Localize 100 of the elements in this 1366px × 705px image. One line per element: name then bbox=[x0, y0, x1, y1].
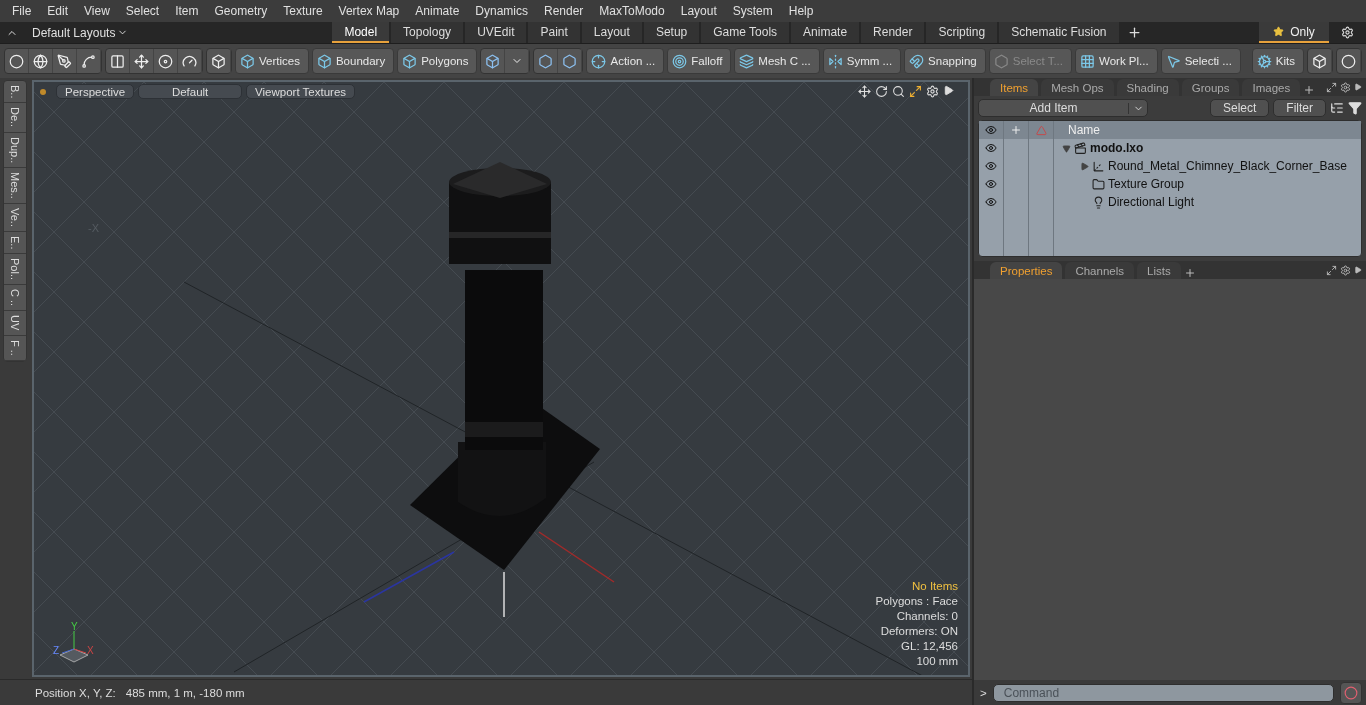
panel-tab[interactable]: Images bbox=[1242, 79, 1301, 96]
maximize-icon[interactable] bbox=[1326, 81, 1337, 93]
expanded-triangle-icon[interactable] bbox=[1062, 143, 1071, 153]
side-tab[interactable]: UV bbox=[4, 311, 26, 336]
side-tab[interactable]: F .. bbox=[4, 335, 26, 361]
record-button[interactable] bbox=[1340, 681, 1362, 704]
tool-button[interactable]: Boundary bbox=[311, 48, 395, 74]
vertices-tool-icon bbox=[240, 53, 255, 69]
symmetry-tool-icon bbox=[827, 53, 843, 69]
tool-button[interactable]: Vertices bbox=[235, 48, 309, 74]
tool-button[interactable]: Symm ... bbox=[822, 48, 902, 74]
menu-item[interactable]: Geometry bbox=[206, 4, 276, 18]
tool-button[interactable]: Selecti ... bbox=[1160, 48, 1241, 74]
axis-gizmo-drawing bbox=[59, 630, 89, 663]
menu-item[interactable]: Item bbox=[167, 4, 207, 18]
side-tab[interactable]: Dup.. bbox=[4, 132, 26, 168]
tree-item-label[interactable]: Texture Group bbox=[1108, 177, 1185, 191]
panel-tab[interactable]: Mesh Ops bbox=[1041, 79, 1114, 96]
tool-button[interactable]: Falloff bbox=[667, 48, 732, 74]
maximize-icon[interactable] bbox=[1326, 264, 1337, 276]
visibility-eye-icon[interactable] bbox=[985, 196, 997, 208]
menu-item[interactable]: Texture bbox=[275, 4, 331, 18]
layout-tab[interactable]: Model bbox=[332, 22, 390, 43]
settings-icon[interactable] bbox=[926, 85, 939, 98]
layout-tab[interactable]: Animate bbox=[791, 22, 860, 43]
side-tab[interactable]: E.. bbox=[4, 231, 26, 255]
list-options-icon[interactable] bbox=[1330, 101, 1344, 115]
side-tab[interactable]: Ve.. bbox=[4, 203, 26, 232]
layout-tab[interactable]: Topology bbox=[391, 22, 464, 43]
tool-button[interactable]: Kits bbox=[1251, 48, 1304, 74]
tree-item-label[interactable]: Directional Light bbox=[1108, 195, 1195, 209]
tool-button[interactable]: Polygons bbox=[397, 48, 478, 74]
layout-tab[interactable]: Render bbox=[861, 22, 925, 43]
settings-icon[interactable] bbox=[1340, 264, 1351, 276]
menu-item[interactable]: Edit bbox=[39, 4, 77, 18]
viewport-button[interactable]: Viewport Textures bbox=[246, 84, 356, 99]
menu-item[interactable]: Vertex Map bbox=[330, 4, 408, 18]
layout-tab[interactable]: Setup bbox=[643, 22, 700, 43]
layout-tab[interactable]: Paint bbox=[528, 22, 580, 43]
maximize-icon[interactable] bbox=[909, 85, 922, 98]
side-tab[interactable]: De.. bbox=[4, 103, 26, 133]
tool-button[interactable]: Action ... bbox=[586, 48, 665, 74]
side-tab[interactable]: B.. bbox=[4, 81, 26, 104]
tree-item-label[interactable]: modo.lxo bbox=[1090, 141, 1144, 155]
menu-item[interactable]: Help bbox=[780, 4, 822, 18]
viewport-button[interactable]: Default bbox=[138, 84, 243, 99]
layouts-dropdown[interactable]: Default Layouts bbox=[28, 22, 133, 43]
folder-icon bbox=[1092, 177, 1105, 191]
tree-item-label[interactable]: Round_Metal_Chimney_Black_Corner_Base bbox=[1108, 159, 1347, 173]
polygons-tool-icon bbox=[402, 53, 418, 69]
status-dot bbox=[40, 88, 46, 95]
tool-button[interactable]: Mesh C ... bbox=[734, 48, 820, 74]
menu-item[interactable]: Dynamics bbox=[467, 4, 536, 18]
visibility-eye-icon[interactable] bbox=[985, 124, 997, 136]
play-icon[interactable] bbox=[943, 85, 954, 96]
side-tab[interactable]: C .. bbox=[4, 285, 26, 312]
layout-tab[interactable]: Schematic Fusion bbox=[999, 22, 1119, 43]
pan-icon[interactable] bbox=[858, 85, 871, 98]
menu-item[interactable]: View bbox=[76, 4, 118, 18]
visibility-eye-icon[interactable] bbox=[985, 142, 997, 154]
panel-tab[interactable]: Items bbox=[990, 79, 1039, 96]
panel-tab[interactable]: Groups bbox=[1181, 79, 1240, 96]
search-icon[interactable] bbox=[892, 85, 905, 98]
settings-icon[interactable] bbox=[1340, 81, 1351, 93]
menu-item[interactable]: Layout bbox=[672, 4, 725, 18]
panel-tab[interactable]: Channels bbox=[1065, 262, 1134, 279]
visibility-eye-icon[interactable] bbox=[985, 160, 997, 172]
filter-icon[interactable] bbox=[1348, 101, 1362, 115]
layout-tab[interactable]: Scripting bbox=[926, 22, 998, 43]
viewport-button[interactable]: Perspective bbox=[56, 84, 135, 99]
panel-tab[interactable]: Lists bbox=[1137, 262, 1181, 279]
menu-item[interactable]: Animate bbox=[407, 4, 468, 18]
play-icon[interactable] bbox=[1354, 266, 1362, 274]
play-icon[interactable] bbox=[1354, 83, 1362, 91]
layout-tab[interactable]: Game Tools bbox=[701, 22, 790, 43]
side-tab[interactable]: Pol.. bbox=[4, 254, 26, 286]
only-button[interactable]: Only bbox=[1259, 22, 1329, 43]
side-tab[interactable]: Mes.. bbox=[4, 167, 26, 204]
collapsed-triangle-icon[interactable] bbox=[1080, 161, 1089, 171]
panel-tab[interactable]: Properties bbox=[990, 262, 1063, 279]
menu-item[interactable]: Render bbox=[536, 4, 592, 18]
gizmo-axis-label: X bbox=[87, 645, 94, 656]
falloff-tool-icon bbox=[672, 53, 688, 69]
layout-tab[interactable]: Layout bbox=[581, 22, 642, 43]
menu-item[interactable]: MaxToModo bbox=[591, 4, 673, 18]
boundary-tool-icon bbox=[316, 53, 332, 69]
layout-tab[interactable]: UVEdit bbox=[465, 22, 527, 43]
rotate-icon[interactable] bbox=[875, 85, 888, 98]
panel-button[interactable]: Filter bbox=[1273, 99, 1326, 117]
tool-button[interactable]: Work Pl... bbox=[1075, 48, 1158, 74]
panel-button[interactable]: Select bbox=[1209, 99, 1270, 117]
menu-item[interactable]: File bbox=[4, 4, 40, 18]
panel-tab[interactable]: Shading bbox=[1116, 79, 1179, 96]
menu-item[interactable]: System bbox=[724, 4, 781, 18]
command-field[interactable]: Command bbox=[992, 683, 1334, 702]
tool-button[interactable]: Snapping bbox=[904, 48, 986, 74]
add-item-dropdown[interactable]: Add Item bbox=[978, 99, 1148, 117]
action-tool-icon bbox=[591, 53, 607, 69]
visibility-eye-icon[interactable] bbox=[985, 178, 997, 190]
menu-item[interactable]: Select bbox=[117, 4, 168, 18]
